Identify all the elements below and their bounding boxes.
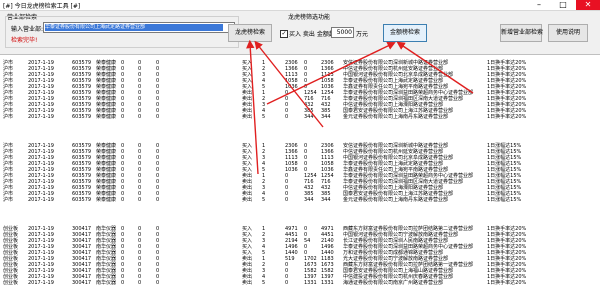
table-cell: 0 [138, 197, 142, 203]
table-cell: 1331 [321, 280, 334, 286]
results-table[interactable]: 沪市 2017-1-19 603579 荣泰健康 0 0 0 买入 1 2306 0 2306 安信证券… [0, 54, 600, 298]
table-cell: 荣泰健康 [96, 114, 117, 120]
table-cell: 5 [262, 114, 266, 120]
table-cell: 沪市 [3, 197, 14, 203]
table-cell: 0 [156, 114, 160, 120]
dragon-tiger-search-button[interactable]: 龙虎榜检索 [228, 24, 272, 42]
status-text: 检索完毕! [11, 37, 38, 44]
table-cell: 0 [138, 114, 142, 120]
table-row[interactable]: 创业板 2017-1-19 300417 南华仪器 0 0 0 卖出 5 0 1331 1331 海通证… [0, 280, 600, 286]
add-dept-search-button[interactable]: 新增营业部检索 [500, 24, 543, 42]
table-cell: 0 [121, 197, 125, 203]
title-bar: [#] 今日龙虎榜检索工具 [#] – □ ✕ [0, 0, 600, 11]
table-cell: 603579 [72, 197, 92, 203]
table-cell: 0 [285, 197, 289, 203]
table-cell: 创业板 [3, 280, 19, 286]
table-cell: 1日换手率达20% [487, 114, 527, 120]
table-cell: 5 [262, 197, 266, 203]
table-cell: 卖出 [242, 197, 253, 203]
table-cell: 300417 [72, 280, 92, 286]
table-cell: 卖出 [242, 114, 253, 120]
table-cell: 0 [156, 280, 160, 286]
table-cell: 344 [321, 197, 331, 203]
table-cell: 344 [304, 114, 314, 120]
amount-threshold-input[interactable]: 5000 [331, 27, 354, 38]
table-cell: 1日涨幅达15% [487, 197, 522, 203]
table-cell: 5 [262, 280, 266, 286]
filter-section-label: 龙虎榜筛选功能 [288, 14, 331, 21]
table-cell: 0 [121, 114, 125, 120]
table-cell: 344 [321, 114, 331, 120]
dept-input-label: 输入营业部: [11, 26, 44, 33]
table-cell: 卖出 [242, 280, 253, 286]
dept-input-value[interactable]: 华泰证券股份有限公司上海武定路证券营业部 [45, 24, 223, 31]
table-cell: 1日换手率达20% [487, 280, 527, 286]
table-row[interactable]: 沪市 2017-1-19 603579 荣泰健康 0 0 0 卖出 5 0 344 344 金元证券股份… [0, 114, 600, 120]
table-cell: 2017-1-19 [28, 197, 54, 203]
close-icon[interactable]: ✕ [576, 0, 600, 10]
amount-unit-label: 万元 [356, 31, 369, 38]
amount-filter-label: 买入 卖出 金额超 [289, 31, 335, 38]
table-cell: 344 [304, 197, 314, 203]
table-cell: 南华仪器 [96, 280, 117, 286]
amount-filter-checkbox[interactable]: ✓ [280, 30, 288, 38]
table-cell: 603579 [72, 114, 92, 120]
window-title: [#] 今日龙虎榜检索工具 [#] [3, 3, 81, 10]
table-cell: 0 [156, 197, 160, 203]
table-cell: 海通证券股份有限公司南京广州路证券营业部 [343, 280, 444, 286]
table-cell: 2017-1-19 [28, 280, 54, 286]
help-button[interactable]: 使用说明 [548, 24, 588, 42]
table-cell: 1331 [304, 280, 317, 286]
table-cell: 0 [138, 280, 142, 286]
table-cell: 0 [285, 114, 289, 120]
table-cell: 2017-1-19 [28, 114, 54, 120]
minimize-icon[interactable]: – [528, 0, 550, 10]
table-cell: 荣泰健康 [96, 197, 117, 203]
table-cell: 0 [285, 280, 289, 286]
table-cell: 金元证券股份有限公司上海南丹东路证券营业部 [343, 197, 449, 203]
table-cell: 0 [121, 280, 125, 286]
table-cell: 金元证券股份有限公司上海南丹东路证券营业部 [343, 114, 449, 120]
table-cell: 沪市 [3, 114, 14, 120]
table-row[interactable]: 沪市 2017-1-19 603579 荣泰健康 0 0 0 卖出 5 0 344 344 金元证券股份… [0, 197, 600, 203]
amount-search-button[interactable]: 金额榜检索 [383, 24, 427, 42]
dept-combobox[interactable]: 华泰证券股份有限公司上海武定路证券营业部 ▾ [43, 22, 235, 33]
maximize-icon[interactable]: □ [552, 0, 574, 10]
